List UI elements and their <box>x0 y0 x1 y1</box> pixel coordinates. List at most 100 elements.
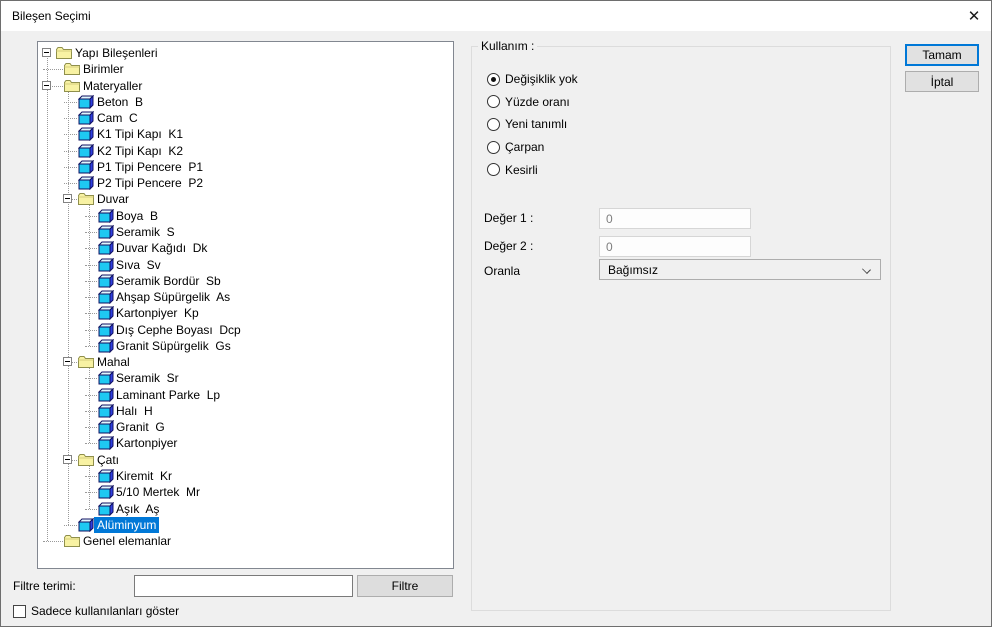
tree-item[interactable]: Çatı <box>97 452 119 468</box>
tree-connector-stub <box>85 410 97 412</box>
material-cube-icon <box>97 371 115 386</box>
radio-3[interactable]: Yeni tanımlı <box>487 117 567 131</box>
material-cube-icon <box>97 289 115 305</box>
ok-button-label: Tamam <box>922 48 962 62</box>
tree-connector-stub <box>85 345 97 347</box>
folder-icon <box>64 62 80 76</box>
radio-1[interactable]: Değişiklik yok <box>487 72 578 86</box>
tree-item[interactable]: Dış Cephe Boyası Dcp <box>116 322 241 338</box>
radio-label: Kesirli <box>505 162 538 177</box>
tree-item[interactable]: P1 Tipi Pencere P1 <box>97 159 203 175</box>
collapse-minus-button[interactable] <box>42 48 51 57</box>
tree-item[interactable]: Cam C <box>97 110 138 126</box>
radio-circle-icon <box>487 117 500 131</box>
tree-item[interactable]: Laminant Parke Lp <box>116 387 220 403</box>
ratio-dropdown[interactable]: Bağımsız <box>599 259 881 280</box>
collapse-minus-button[interactable] <box>42 80 51 90</box>
material-cube-icon <box>97 403 115 419</box>
tree-item[interactable]: Kartonpiyer <box>116 435 177 451</box>
ratio-label: Oranla <box>484 264 521 278</box>
tree-item[interactable]: Mahal <box>97 354 130 370</box>
tree-item[interactable]: Kartonpiyer Kp <box>116 305 199 321</box>
radio-4[interactable]: Çarpan <box>487 140 544 154</box>
radio-circle-icon <box>487 72 500 86</box>
tree-item[interactable]: Aşık Aş <box>116 501 159 517</box>
tree-connector-stub <box>43 69 63 71</box>
tree-item[interactable]: Duvar <box>97 191 129 207</box>
tree-item[interactable]: 5/10 Mertek Mr <box>116 484 200 500</box>
tree-connector-stub <box>43 541 63 543</box>
tree-connector-stub <box>85 264 97 266</box>
cancel-button[interactable]: İptal <box>905 71 979 92</box>
dialog-bilesen-secimi: Bileşen Seçimi ✕ Yapı Bileşenleri Birimle… <box>0 0 992 627</box>
tree-item[interactable]: Yapı Bileşenleri <box>75 45 158 61</box>
tree-item[interactable]: K1 Tipi Kapı K1 <box>97 126 183 142</box>
usage-group-label: Kullanım : <box>478 39 538 53</box>
material-cube-icon <box>77 110 95 126</box>
tree-connector-line <box>47 58 48 542</box>
tree-item[interactable]: Birimler <box>83 61 124 77</box>
value-field-label-1: Değer 1 : <box>484 211 534 225</box>
material-cube-icon <box>97 322 115 337</box>
material-cube-icon <box>97 208 115 223</box>
material-cube-icon <box>97 273 115 288</box>
close-button[interactable]: ✕ <box>957 1 991 31</box>
tree-connector-stub <box>64 101 77 103</box>
tree-connector-line <box>89 464 90 509</box>
tree-item[interactable]: Seramik Sr <box>116 370 179 386</box>
radio-5[interactable]: Kesirli <box>487 163 538 177</box>
tree-item[interactable]: Ahşap Süpürgelik As <box>116 289 230 305</box>
collapse-minus-button[interactable] <box>63 357 72 367</box>
tree-connector-stub <box>85 215 97 217</box>
folder-icon <box>64 534 80 548</box>
dialog-title: Bileşen Seçimi <box>12 9 91 23</box>
tree-item[interactable]: Granit Süpürgelik Gs <box>116 338 231 354</box>
radio-label: Yeni tanımlı <box>505 117 568 132</box>
filter-button[interactable]: Filtre <box>357 575 453 597</box>
tree-item[interactable]: Genel elemanlar <box>83 533 171 549</box>
folder-icon <box>64 79 80 93</box>
folder-icon <box>78 192 94 206</box>
tree-connector-stub <box>85 427 97 429</box>
tree-item[interactable]: Sıva Sv <box>116 257 161 273</box>
collapse-minus-button[interactable] <box>63 194 72 204</box>
value-field-label-2: Değer 2 : <box>484 239 534 253</box>
folder-icon <box>78 355 94 369</box>
tree-connector-stub <box>85 248 97 250</box>
tree-item[interactable]: Seramik Bordür Sb <box>116 273 221 289</box>
tree-item[interactable]: Kiremit Kr <box>116 468 172 484</box>
show-only-used-checkbox[interactable] <box>13 605 26 618</box>
tree-item[interactable]: Duvar Kağıdı Dk <box>116 240 207 256</box>
show-only-used-label: Sadece kullanılanları göster <box>31 604 180 618</box>
tree-connector-stub <box>85 231 97 233</box>
filter-input[interactable] <box>134 575 353 597</box>
material-cube-icon <box>97 224 115 240</box>
tree-connector-stub <box>64 134 77 136</box>
filter-button-label: Filtre <box>391 579 419 593</box>
tree-item[interactable]: Seramik S <box>116 224 175 240</box>
tree-item[interactable]: P2 Tipi Pencere P2 <box>97 175 203 191</box>
material-cube-icon <box>97 306 115 321</box>
tree-item[interactable]: K2 Tipi Kapı K2 <box>97 143 183 159</box>
tree-item[interactable]: Materyaller <box>83 78 142 94</box>
material-cube-icon <box>97 338 115 354</box>
tree-item[interactable]: Granit G <box>116 419 165 435</box>
chevron-down-icon <box>862 265 871 274</box>
radio-label: Çarpan <box>505 140 545 155</box>
title-bar: Bileşen Seçimi ✕ <box>1 1 991 31</box>
tree-item[interactable]: Halı H <box>116 403 153 419</box>
tree-connector-stub <box>85 394 97 396</box>
radio-circle-icon <box>487 95 500 109</box>
material-cube-icon <box>97 485 115 500</box>
tree-item[interactable]: Boya B <box>116 208 158 224</box>
tree-item[interactable]: Alüminyum <box>94 516 160 533</box>
ok-button[interactable]: Tamam <box>905 44 979 66</box>
tree-connector-stub <box>64 150 77 152</box>
tree-item[interactable]: Beton B <box>97 94 143 110</box>
collapse-minus-button[interactable] <box>63 454 72 464</box>
tree-connector-stub <box>85 378 97 380</box>
tree-connector-stub <box>85 297 97 299</box>
material-cube-icon <box>97 257 115 272</box>
radio-2[interactable]: Yüzde oranı <box>487 95 570 109</box>
material-cube-icon <box>77 143 95 158</box>
